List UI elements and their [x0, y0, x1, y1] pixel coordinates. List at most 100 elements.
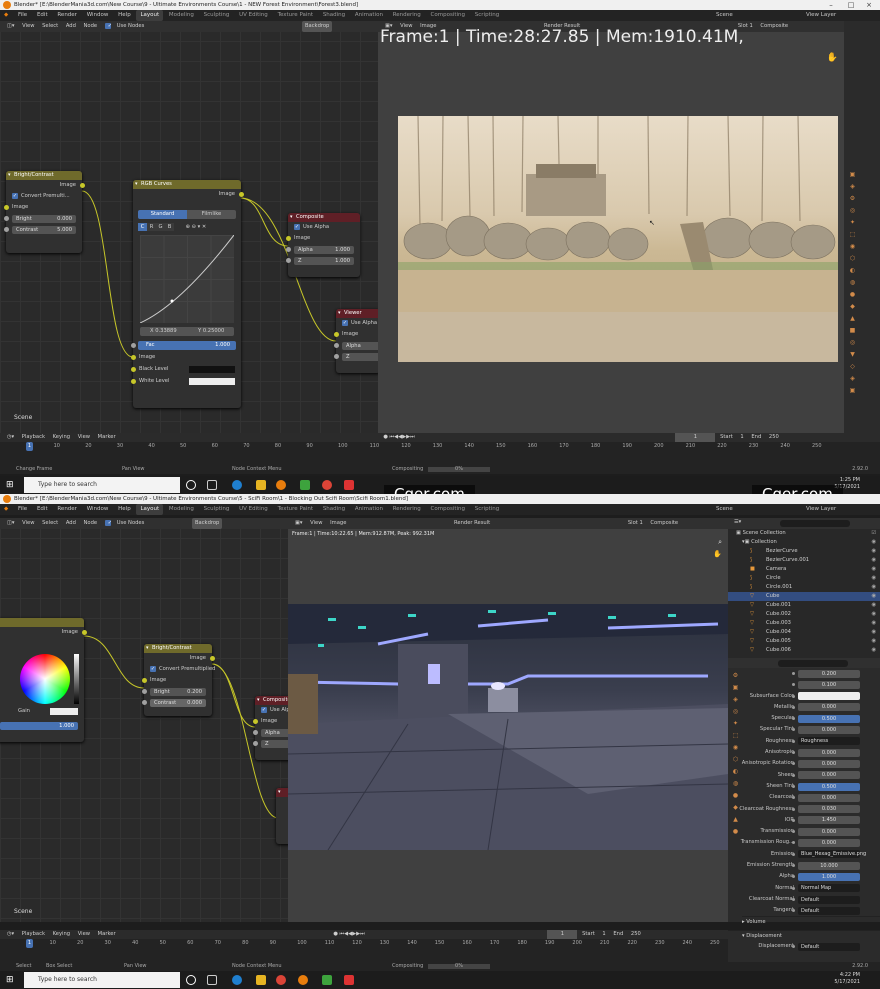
app-red-icon[interactable] [344, 480, 354, 490]
menu-edit[interactable]: Edit [33, 10, 52, 21]
property-value[interactable]: 0.000 [798, 793, 860, 802]
workspace-tab-compositing[interactable]: Compositing [427, 504, 469, 515]
curve-graph[interactable] [139, 234, 235, 324]
convert-premultiplied-toggle[interactable]: ✓ Convert Premultiplied [144, 664, 215, 675]
app-red-icon[interactable] [344, 975, 354, 985]
bright-value-box[interactable]: Bright 0.000 [12, 214, 76, 223]
eye-icon[interactable]: ◉ [871, 565, 876, 574]
displacement-header[interactable]: ▾ Displacement [728, 930, 880, 941]
property-value[interactable]: 0.500 [798, 782, 860, 791]
property-row[interactable]: Clearcoat Normal Default [728, 894, 880, 905]
eye-icon[interactable]: ◉ [871, 610, 876, 619]
displacement-row[interactable]: Displacement Default [728, 941, 880, 952]
property-value[interactable]: Blue_Hexag_Emissive.png [798, 850, 866, 859]
property-row[interactable]: Emission Strength 10.000 [728, 860, 880, 871]
property-row[interactable]: Clearcoat Roughness 0.030 [728, 804, 880, 815]
workspace-tab-layout[interactable]: Layout [136, 504, 164, 515]
channel-g-button[interactable]: G [156, 223, 165, 231]
contrast-value-box[interactable]: Contrast 5.000 [12, 225, 76, 234]
outliner-item[interactable]: ▽ Cube.001 ◉ [728, 601, 880, 610]
blender-taskbar-icon[interactable] [276, 480, 286, 490]
outliner-item[interactable]: ⟆ Circle ◉ [728, 574, 880, 583]
properties-search-field[interactable] [778, 660, 848, 667]
socket-dot-icon[interactable] [792, 705, 795, 709]
property-row[interactable]: Anisotropic 0.000 [728, 747, 880, 758]
z-field[interactable]: Z [333, 351, 380, 362]
bright-contrast-node[interactable]: Bright/Contrast Image ✓Convert Premulti.… [3, 171, 85, 253]
top-image-viewer[interactable]: ▣▾ View Image Render Result Slot 1 Compo… [378, 21, 844, 433]
white-level-socket[interactable] [130, 379, 136, 384]
eye-icon[interactable]: ◉ [871, 538, 876, 547]
outliner-item[interactable]: ■ Camera ◉ [728, 565, 880, 574]
contrast-field[interactable]: Contrast 0.000 [141, 697, 212, 708]
workspace-tab-scripting[interactable]: Scripting [471, 504, 503, 515]
menu-window[interactable]: Window [83, 10, 113, 21]
socket-dot-icon[interactable] [792, 751, 795, 755]
property-row[interactable]: Transmission 0.000 [728, 826, 880, 837]
socket-dot-icon[interactable] [792, 886, 795, 890]
workspace-tab-animation[interactable]: Animation [351, 504, 387, 515]
property-value[interactable]: 10.000 [798, 861, 860, 870]
eye-icon[interactable]: ◉ [871, 646, 876, 655]
use-alpha-toggle[interactable]: ✓ Use Alpha [336, 318, 380, 329]
contrast-socket[interactable] [141, 700, 147, 705]
composite-selector[interactable]: Composite [647, 518, 681, 529]
curve-tools-icons[interactable]: ⊕ ⊖ ▾ ✕ [186, 224, 207, 230]
black-level-row[interactable]: Black Level [130, 364, 241, 375]
property-value[interactable]: 0.000 [798, 748, 860, 757]
workspace-tab-scripting[interactable]: Scripting [471, 10, 503, 21]
outliner-item[interactable]: ⟆ Circle.001 ◉ [728, 583, 880, 592]
blender-taskbar-icon[interactable] [298, 975, 308, 985]
property-value[interactable]: 0.000 [798, 771, 860, 780]
composite-selector[interactable]: Composite [757, 21, 791, 32]
black-level-socket[interactable] [130, 367, 136, 372]
task-view-icon[interactable] [207, 480, 217, 490]
timeline-type-icon[interactable]: ◷▾ [4, 433, 17, 442]
alpha-socket[interactable] [333, 343, 339, 348]
bright-contrast-node[interactable]: Bright/Contrast Image ✓Convert Premultip… [141, 644, 215, 716]
playback-controls[interactable]: ● ⏮◀◀▶▶⏭ [330, 930, 367, 939]
menu-view[interactable]: View [75, 433, 93, 442]
property-value[interactable]: 0.000 [798, 827, 860, 836]
workspace-tab-rendering[interactable]: Rendering [389, 504, 425, 515]
output-socket[interactable] [79, 183, 85, 188]
frame-ruler[interactable]: 1 10 20 30 40 50 60 70 80 90 100 110 120 130 140 150 160… [0, 939, 728, 948]
contrast-socket[interactable] [3, 227, 9, 232]
menu-help[interactable]: Help [114, 10, 135, 21]
socket-dot-icon[interactable] [792, 739, 795, 743]
menu-render[interactable]: Render [53, 504, 81, 515]
zoom-icon[interactable]: ⌕ [718, 538, 722, 547]
outliner-item[interactable]: ⟆ BezierCurve ◉ [728, 547, 880, 556]
eye-icon[interactable]: ◉ [871, 592, 876, 601]
z-value-box[interactable]: Z [342, 352, 380, 361]
bright-field[interactable]: Bright 0.000 [3, 213, 82, 224]
menu-keying[interactable]: Keying [50, 433, 73, 442]
image-socket[interactable] [333, 332, 339, 337]
outliner-type-icon[interactable]: ☰▾ [734, 519, 741, 525]
gain-value-field[interactable]: 1.000 [0, 722, 78, 730]
property-row[interactable]: IOR 1.450 [728, 815, 880, 826]
minimize-icon[interactable]: – [822, 0, 840, 10]
socket-dot-icon[interactable] [792, 796, 795, 800]
properties-panel[interactable]: ⚙ ▣ ◈ ◎ ✦ ⬚ ◉ ⬡ ◐ ◍ ● ◆ ▲ ● 0.200 0.100 Subsurface Colo… [728, 658, 880, 925]
property-row[interactable]: Alpha 1.000 [728, 871, 880, 882]
menu-keying[interactable]: Keying [50, 930, 73, 939]
menu-image[interactable]: Image [327, 518, 349, 529]
frame-ruler[interactable]: 1 10 20 30 40 50 60 70 80 90 100 110 120 130 140 150 160… [0, 442, 880, 451]
z-value-box[interactable]: Z 1.000 [294, 256, 354, 265]
playback-controls[interactable]: ● ⏮◀◀▶▶⏭ [380, 433, 417, 442]
menu-playback[interactable]: Playback [19, 930, 48, 939]
view-layer-selector[interactable]: View Layer [802, 504, 840, 515]
outliner-collection[interactable]: ▾▣ Collection ◉ [728, 538, 880, 547]
outliner-item[interactable]: ⟆ BezierCurve.001 ◉ [728, 556, 880, 565]
property-value[interactable]: 0.000 [798, 703, 860, 712]
socket-dot-icon[interactable] [792, 818, 795, 822]
workspace-tab-animation[interactable]: Animation [351, 10, 387, 21]
menu-marker[interactable]: Marker [95, 433, 119, 442]
image-socket[interactable] [252, 719, 258, 724]
top-timeline[interactable]: ◷▾ Playback Keying View Marker ● ⏮◀◀▶▶⏭ … [0, 433, 880, 465]
rgb-curves-node[interactable]: RGB Curves Image Standard Filmlike CRGB … [130, 180, 244, 408]
eye-icon[interactable]: ◉ [871, 619, 876, 628]
viewer-node[interactable]: Viewer ✓Use Alpha Image Alpha Z [333, 309, 380, 373]
scene-selector[interactable]: Scene [712, 10, 737, 21]
